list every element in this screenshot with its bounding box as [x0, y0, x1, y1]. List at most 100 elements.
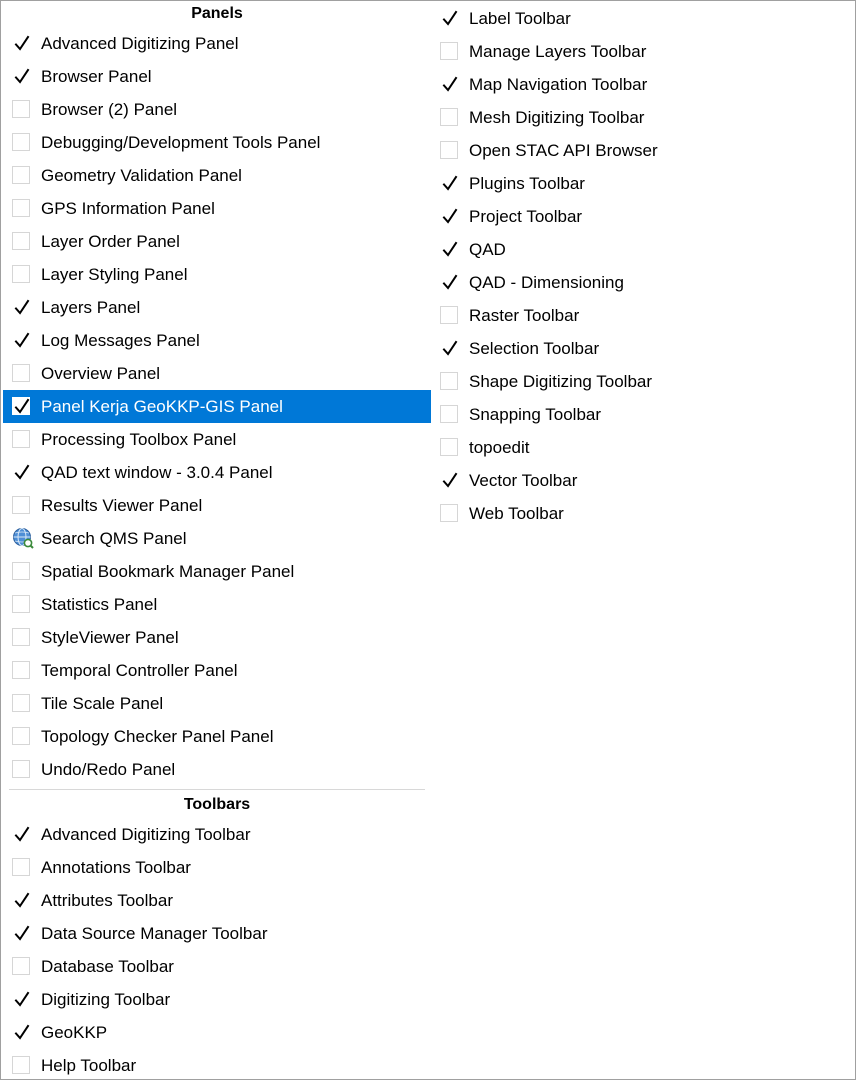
- checkbox[interactable]: [12, 1023, 30, 1041]
- toolbar-item-snapping-toolbar[interactable]: Snapping Toolbar: [431, 398, 851, 431]
- checkbox[interactable]: [440, 372, 458, 390]
- checkbox[interactable]: [12, 760, 30, 778]
- panel-item-statistics-panel[interactable]: Statistics Panel: [3, 588, 431, 621]
- panel-item-processing-toolbox-panel[interactable]: Processing Toolbox Panel: [3, 423, 431, 456]
- toolbar-item-raster-toolbar[interactable]: Raster Toolbar: [431, 299, 851, 332]
- panel-item-layers-panel[interactable]: Layers Panel: [3, 291, 431, 324]
- panel-item-styleviewer-panel[interactable]: StyleViewer Panel: [3, 621, 431, 654]
- toolbar-item-annotations-toolbar[interactable]: Annotations Toolbar: [3, 851, 431, 884]
- checkbox[interactable]: [440, 405, 458, 423]
- checkbox[interactable]: [440, 207, 458, 225]
- panel-item-geometry-validation-panel[interactable]: Geometry Validation Panel: [3, 159, 431, 192]
- checkbox[interactable]: [440, 240, 458, 258]
- toolbar-item-data-source-manager-toolbar[interactable]: Data Source Manager Toolbar: [3, 917, 431, 950]
- checkbox[interactable]: [12, 628, 30, 646]
- checkmark-icon: [442, 472, 458, 488]
- checkbox[interactable]: [440, 108, 458, 126]
- toolbar-item-mesh-digitizing-toolbar[interactable]: Mesh Digitizing Toolbar: [431, 101, 851, 134]
- menu-item-label: Plugins Toolbar: [469, 174, 585, 193]
- checkbox[interactable]: [12, 825, 30, 843]
- checkmark-icon: [14, 35, 30, 51]
- toolbar-item-qad-dimensioning[interactable]: QAD - Dimensioning: [431, 266, 851, 299]
- panel-item-debugging-development-tools-panel[interactable]: Debugging/Development Tools Panel: [3, 126, 431, 159]
- checkbox[interactable]: [12, 133, 30, 151]
- checkbox[interactable]: [440, 339, 458, 357]
- checkbox[interactable]: [12, 298, 30, 316]
- toolbar-item-geokkp[interactable]: GeoKKP: [3, 1016, 431, 1049]
- toolbar-item-attributes-toolbar[interactable]: Attributes Toolbar: [3, 884, 431, 917]
- toolbar-item-web-toolbar[interactable]: Web Toolbar: [431, 497, 851, 530]
- panel-item-search-qms-panel[interactable]: Search QMS Panel: [3, 522, 431, 555]
- panel-item-gps-information-panel[interactable]: GPS Information Panel: [3, 192, 431, 225]
- checkbox[interactable]: [440, 141, 458, 159]
- panel-item-browser-2-panel[interactable]: Browser (2) Panel: [3, 93, 431, 126]
- toolbar-item-plugins-toolbar[interactable]: Plugins Toolbar: [431, 167, 851, 200]
- panel-item-panel-kerja-geokkp-gis-panel[interactable]: Panel Kerja GeoKKP-GIS Panel: [3, 390, 431, 423]
- checkbox[interactable]: [12, 562, 30, 580]
- checkbox[interactable]: [12, 430, 30, 448]
- panels-list: Advanced Digitizing Panel Browser Panel Br…: [3, 27, 431, 786]
- checkbox[interactable]: [12, 397, 30, 415]
- view-panels-toolbars-menu: Panels Advanced Digitizing Panel Browser …: [0, 0, 856, 1080]
- panel-item-tile-scale-panel[interactable]: Tile Scale Panel: [3, 687, 431, 720]
- panel-item-advanced-digitizing-panel[interactable]: Advanced Digitizing Panel: [3, 27, 431, 60]
- checkbox[interactable]: [440, 504, 458, 522]
- checkbox[interactable]: [12, 858, 30, 876]
- toolbar-item-manage-layers-toolbar[interactable]: Manage Layers Toolbar: [431, 35, 851, 68]
- checkbox[interactable]: [12, 661, 30, 679]
- checkbox[interactable]: [12, 34, 30, 52]
- toolbar-item-vector-toolbar[interactable]: Vector Toolbar: [431, 464, 851, 497]
- checkbox[interactable]: [12, 990, 30, 1008]
- toolbar-item-database-toolbar[interactable]: Database Toolbar: [3, 950, 431, 983]
- menu-item-label: Database Toolbar: [41, 957, 174, 976]
- toolbar-item-open-stac-api-browser[interactable]: Open STAC API Browser: [431, 134, 851, 167]
- panel-item-qad-text-window-3-0-4-panel[interactable]: QAD text window - 3.0.4 Panel: [3, 456, 431, 489]
- checkbox[interactable]: [12, 1056, 30, 1074]
- checkbox[interactable]: [12, 924, 30, 942]
- panel-item-log-messages-panel[interactable]: Log Messages Panel: [3, 324, 431, 357]
- panel-item-undo-redo-panel[interactable]: Undo/Redo Panel: [3, 753, 431, 786]
- checkbox[interactable]: [12, 496, 30, 514]
- panel-item-results-viewer-panel[interactable]: Results Viewer Panel: [3, 489, 431, 522]
- panel-item-spatial-bookmark-manager-panel[interactable]: Spatial Bookmark Manager Panel: [3, 555, 431, 588]
- toolbar-item-help-toolbar[interactable]: Help Toolbar: [3, 1049, 431, 1082]
- panel-item-topology-checker-panel-panel[interactable]: Topology Checker Panel Panel: [3, 720, 431, 753]
- checkbox[interactable]: [440, 42, 458, 60]
- checkbox[interactable]: [440, 273, 458, 291]
- checkbox[interactable]: [440, 306, 458, 324]
- checkbox[interactable]: [440, 471, 458, 489]
- toolbar-item-project-toolbar[interactable]: Project Toolbar: [431, 200, 851, 233]
- toolbar-item-map-navigation-toolbar[interactable]: Map Navigation Toolbar: [431, 68, 851, 101]
- checkbox[interactable]: [12, 957, 30, 975]
- checkbox[interactable]: [12, 727, 30, 745]
- toolbar-item-digitizing-toolbar[interactable]: Digitizing Toolbar: [3, 983, 431, 1016]
- checkbox[interactable]: [12, 199, 30, 217]
- checkbox[interactable]: [12, 364, 30, 382]
- panel-item-browser-panel[interactable]: Browser Panel: [3, 60, 431, 93]
- checkbox[interactable]: [440, 9, 458, 27]
- checkbox[interactable]: [440, 174, 458, 192]
- checkbox[interactable]: [440, 438, 458, 456]
- toolbar-item-advanced-digitizing-toolbar[interactable]: Advanced Digitizing Toolbar: [3, 818, 431, 851]
- panel-item-overview-panel[interactable]: Overview Panel: [3, 357, 431, 390]
- checkbox[interactable]: [12, 694, 30, 712]
- toolbar-item-qad[interactable]: QAD: [431, 233, 851, 266]
- checkbox[interactable]: [12, 463, 30, 481]
- checkmark-icon: [442, 241, 458, 257]
- panel-item-temporal-controller-panel[interactable]: Temporal Controller Panel: [3, 654, 431, 687]
- checkbox[interactable]: [440, 75, 458, 93]
- checkbox[interactable]: [12, 891, 30, 909]
- toolbar-item-selection-toolbar[interactable]: Selection Toolbar: [431, 332, 851, 365]
- checkbox[interactable]: [12, 100, 30, 118]
- panel-item-layer-order-panel[interactable]: Layer Order Panel: [3, 225, 431, 258]
- checkbox[interactable]: [12, 265, 30, 283]
- toolbar-item-label-toolbar[interactable]: Label Toolbar: [431, 2, 851, 35]
- panel-item-layer-styling-panel[interactable]: Layer Styling Panel: [3, 258, 431, 291]
- toolbar-item-shape-digitizing-toolbar[interactable]: Shape Digitizing Toolbar: [431, 365, 851, 398]
- checkbox[interactable]: [12, 595, 30, 613]
- toolbar-item-topoedit[interactable]: topoedit: [431, 431, 851, 464]
- checkbox[interactable]: [12, 67, 30, 85]
- checkbox[interactable]: [12, 331, 30, 349]
- checkbox[interactable]: [12, 166, 30, 184]
- checkbox[interactable]: [12, 232, 30, 250]
